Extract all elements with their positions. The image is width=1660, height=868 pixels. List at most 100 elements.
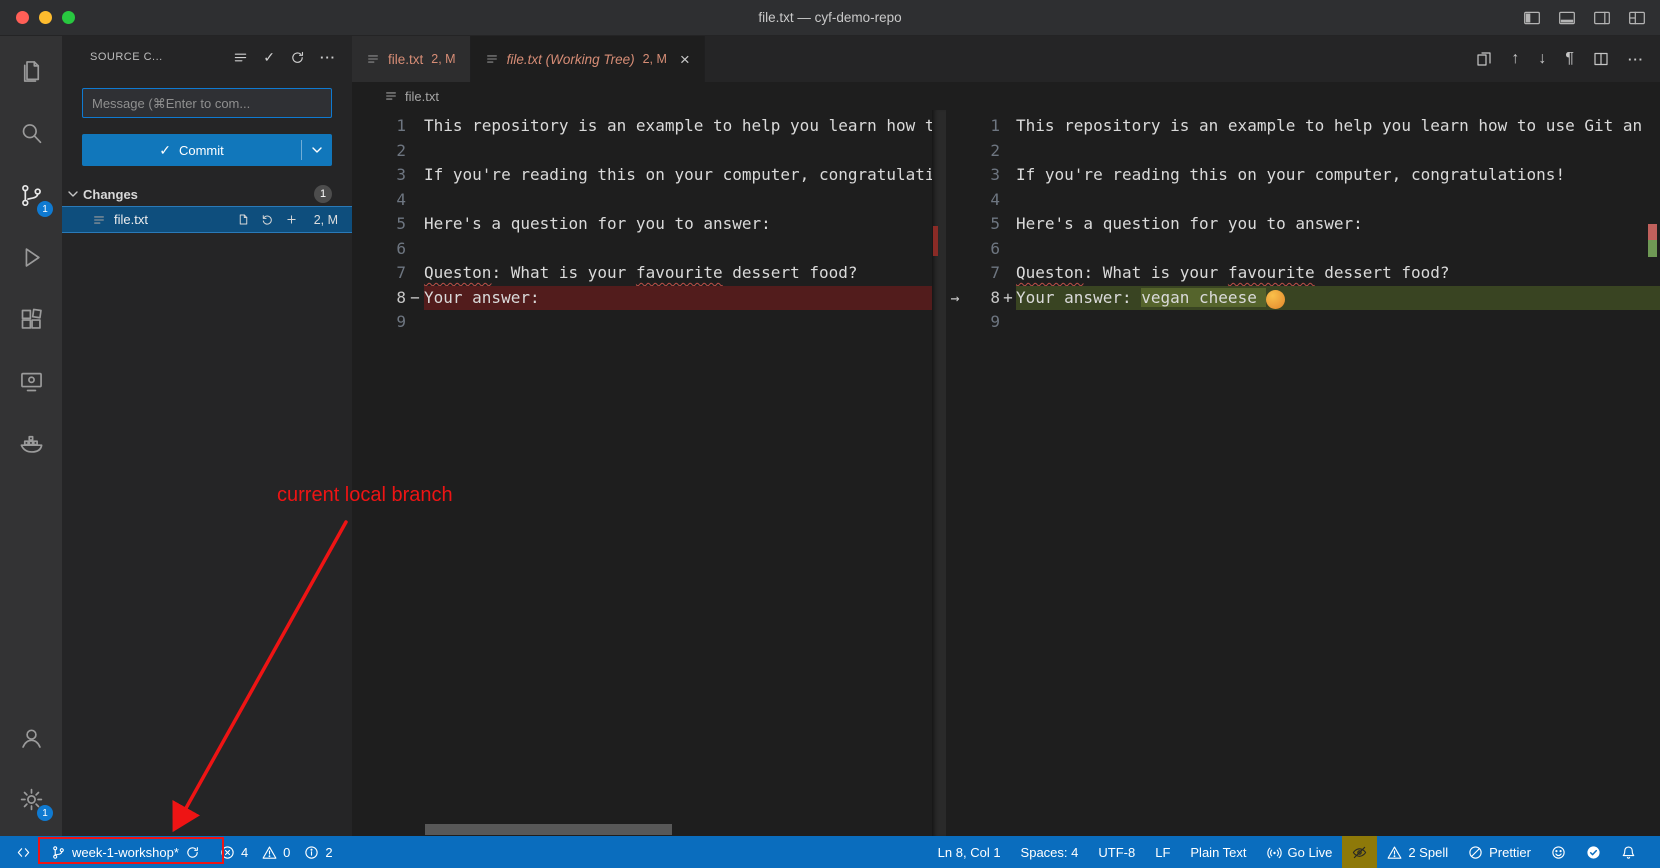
commit-button[interactable]: ✓ Commit [82,134,332,166]
sidebar-item-extensions[interactable] [0,288,62,350]
account-icon [18,724,45,751]
sidebar-header-actions: ✓ ··· [233,50,336,65]
open-file-icon[interactable] [237,213,250,226]
files-icon [18,58,45,85]
view-as-list-icon[interactable] [233,50,248,65]
tab-decoration: 2, M [431,52,455,66]
diff-marker [1000,114,1016,139]
line-number: 4 [964,188,1000,213]
revert-cell [946,212,964,237]
scm-badge: 1 [37,201,53,217]
overview-ruler [1646,110,1660,836]
open-changes-icon[interactable] [1476,51,1492,67]
more-actions-icon[interactable]: ··· [1628,52,1644,67]
line-text [1016,310,1660,335]
breadcrumb[interactable]: file.txt [352,82,1660,110]
go-live-button[interactable]: Go Live [1257,836,1343,868]
code-line: 2 [946,139,1660,164]
toggle-primary-sidebar-icon[interactable] [1523,9,1541,27]
sidebar-item-run-and-debug[interactable] [0,226,62,288]
spell-checker-status[interactable]: 2 Spell [1377,836,1458,868]
slash-circle-icon [1468,845,1483,860]
cursor-position[interactable]: Ln 8, Col 1 [928,836,1011,868]
line-number: 3 [352,163,406,188]
commit-message-box [82,88,332,118]
remote-indicator[interactable] [6,836,41,868]
toggle-excluded-files-button[interactable] [1342,836,1377,868]
next-change-icon[interactable]: ↓ [1538,50,1546,68]
diff-marker [1000,212,1016,237]
sidebar-item-docker[interactable] [0,412,62,474]
sidebar-item-search[interactable] [0,102,62,164]
status-bar: week-1-workshop* 4 0 2 Ln 8, Col 1 Space… [0,836,1660,868]
previous-change-icon[interactable]: ↑ [1511,50,1519,68]
split-editor-icon[interactable] [1593,51,1609,67]
tab-file-txt[interactable]: file.txt 2, M [352,36,471,82]
code-line: 6 [352,237,946,262]
eol-indicator[interactable]: LF [1145,836,1180,868]
sidebar-item-settings[interactable]: 1 [0,768,62,830]
line-number: 2 [964,139,1000,164]
line-number: 4 [352,188,406,213]
problems-indicator[interactable]: 4 0 2 [210,836,343,868]
bell-icon [1621,845,1636,860]
code-line: 9 [352,310,946,335]
commit-check-icon[interactable]: ✓ [263,50,275,64]
commit-button-main[interactable]: ✓ Commit [82,134,301,166]
tab-file-txt-working-tree[interactable]: file.txt (Working Tree) 2, M × [471,36,705,82]
sidebar-item-explorer[interactable] [0,40,62,102]
diff-pane-modified[interactable]: 1This repository is an example to help y… [946,110,1660,836]
line-number: 9 [352,310,406,335]
vertical-scrollbar[interactable] [932,110,946,836]
sidebar-title: SOURCE C... [90,51,233,63]
refresh-icon[interactable] [290,50,305,65]
activity-bar-bottom: 1 [0,706,62,836]
diff-marker [1000,139,1016,164]
code-line: 3If you're reading this on your computer… [946,163,1660,188]
line-text: If you're reading this on your computer,… [424,163,946,188]
code-line: 1This repository is an example to help y… [352,114,946,139]
settings-badge: 1 [37,805,53,821]
vscode-window: file.txt — cyf-demo-repo 1 [0,0,1660,868]
notifications-button[interactable] [1611,836,1646,868]
tab-bar: file.txt 2, M file.txt (Working Tree) 2,… [352,36,1660,82]
text-file-icon [92,213,106,227]
revert-change-arrow[interactable]: → [946,286,964,311]
customize-layout-icon[interactable] [1628,9,1646,27]
commit-dropdown-button[interactable] [302,134,332,166]
stage-changes-icon[interactable] [285,213,298,226]
code-line: 5Here's a question for you to answer: [946,212,1660,237]
code-line: 7Queston: What is your favourite dessert… [352,261,946,286]
sidebar-item-source-control[interactable]: 1 [0,164,62,226]
sidebar-item-accounts[interactable] [0,706,62,768]
branch-indicator[interactable]: week-1-workshop* [41,836,210,868]
diff-pane-original[interactable]: 1This repository is an example to help y… [352,110,946,836]
line-text [424,139,946,164]
workbench: 1 1 [0,36,1660,836]
sidebar-item-remote-explorer[interactable] [0,350,62,412]
revert-cell [946,114,964,139]
changed-file-row[interactable]: file.txt 2, M [62,206,352,233]
changes-section-header[interactable]: Changes 1 [62,182,352,206]
language-mode[interactable]: Plain Text [1180,836,1256,868]
indentation-indicator[interactable]: Spaces: 4 [1011,836,1089,868]
prettier-status[interactable]: Prettier [1458,836,1541,868]
discard-changes-icon[interactable] [261,213,274,226]
close-tab-icon[interactable]: × [680,51,690,68]
error-count: 4 [241,845,248,860]
feedback-button[interactable] [1541,836,1576,868]
extension-status-button[interactable] [1576,836,1611,868]
diff-marker [1000,237,1016,262]
more-actions-icon[interactable]: ··· [320,50,336,65]
encoding-indicator[interactable]: UTF-8 [1088,836,1145,868]
toggle-secondary-sidebar-icon[interactable] [1593,9,1611,27]
line-number: 8 [964,286,1000,311]
toggle-panel-icon[interactable] [1558,9,1576,27]
revert-cell [946,188,964,213]
toggle-whitespace-icon[interactable]: ¶ [1565,50,1574,68]
file-row-actions: 2, M [237,213,338,227]
window-title: file.txt — cyf-demo-repo [0,0,1660,35]
line-text: Your answer: [424,286,946,311]
horizontal-scrollbar[interactable] [425,824,672,835]
commit-message-input[interactable] [92,96,322,111]
